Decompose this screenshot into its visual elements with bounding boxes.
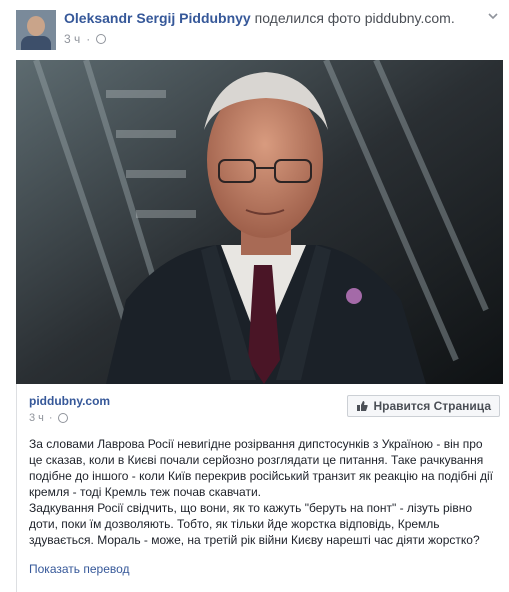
avatar-face: [27, 16, 45, 36]
card-meta: 3 ч ·: [29, 412, 68, 424]
post-text: За словами Лаврова Росії невигідне розір…: [29, 436, 499, 548]
post-paragraph-2: Задкування Росії свідчить, що вони, як т…: [29, 501, 480, 547]
like-page-button[interactable]: Нравится Страница: [347, 395, 500, 417]
page-name-link[interactable]: piddubny.com: [29, 394, 110, 408]
like-page-label: Нравится Страница: [373, 399, 491, 413]
show-translation-link[interactable]: Показать перевод: [29, 562, 130, 576]
photo-image: [16, 60, 503, 384]
chevron-down-icon[interactable]: [487, 10, 499, 22]
post-header: Oleksandr Sergij Piddubnyy поделился фот…: [64, 10, 455, 26]
globe-icon[interactable]: [57, 413, 68, 423]
author-avatar[interactable]: [16, 10, 56, 50]
author-name-link[interactable]: Oleksandr Sergij Piddubnyy: [64, 10, 251, 26]
post-time-link[interactable]: 3 ч: [64, 32, 80, 46]
post-meta: 3 ч ·: [64, 32, 107, 46]
link-preview-card: piddubny.com 3 ч · Нравится Страница За …: [16, 384, 504, 592]
globe-icon[interactable]: [96, 34, 107, 44]
avatar-shirt: [21, 36, 51, 50]
thumbs-up-icon: [357, 401, 369, 411]
post-paragraph-1: За словами Лаврова Росії невигідне розір…: [29, 437, 493, 499]
post-photo[interactable]: [16, 60, 503, 384]
shared-photo-text: поделился фото piddubny.com.: [254, 10, 455, 26]
card-time-link[interactable]: 3 ч: [29, 412, 44, 424]
